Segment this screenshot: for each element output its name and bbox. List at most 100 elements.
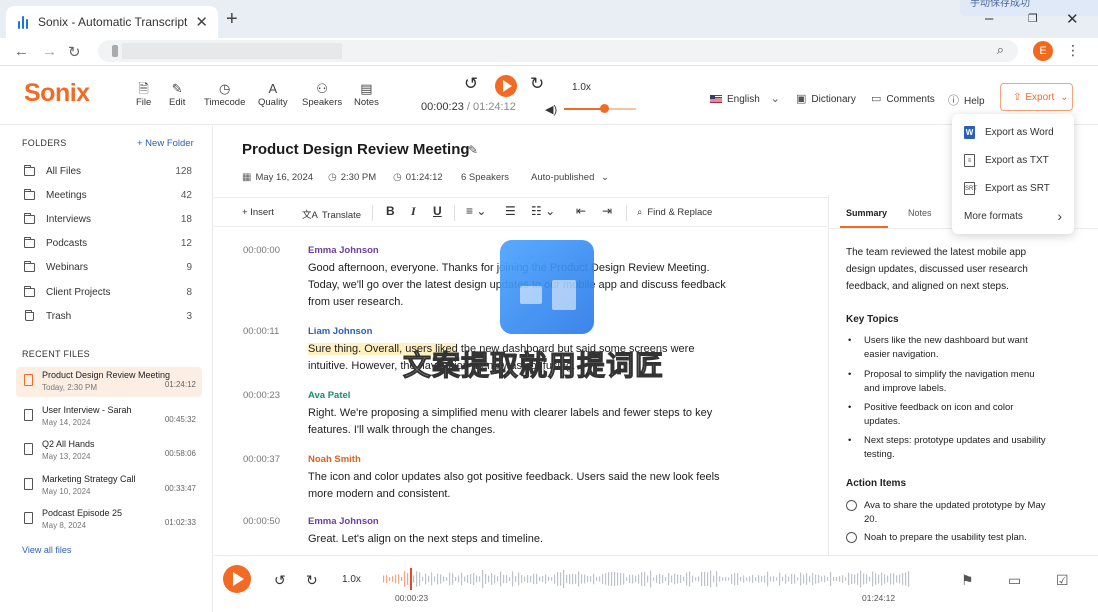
bottom-speed[interactable]: 1.0x	[342, 574, 361, 585]
new-tab-button[interactable]: +	[226, 8, 238, 31]
speaker-name[interactable]: Noah Smith	[308, 454, 361, 465]
waveform-bar	[758, 575, 760, 583]
folder-interviews[interactable]: Interviews 18	[24, 213, 192, 232]
indent-icon[interactable]: ⇥	[602, 204, 612, 218]
help-button[interactable]: ⓘ Help	[948, 92, 985, 108]
bold-button[interactable]: B	[386, 204, 395, 218]
status-select[interactable]: Auto-published ⌄	[531, 172, 609, 183]
volume-icon[interactable]: ◀)	[545, 103, 557, 116]
waveform-bar	[704, 571, 706, 587]
segment-timestamp[interactable]: 00:00:37	[243, 454, 280, 465]
back-arrow-icon[interactable]: ←	[14, 43, 29, 60]
recent-file-item[interactable]: Podcast Episode 25 May 8, 2024 01:02:33	[16, 505, 202, 535]
recent-file-item[interactable]: Product Design Review Meeting Today, 2:30…	[16, 367, 202, 397]
segment-timestamp[interactable]: 00:00:23	[243, 390, 280, 401]
zoom-icon[interactable]: ⌕	[997, 42, 1004, 58]
minimize-icon[interactable]: –	[985, 10, 993, 27]
align-icon[interactable]: ≡ ⌄	[466, 204, 486, 218]
insert-button[interactable]: + Insert	[242, 207, 274, 218]
export-button[interactable]: ⇪ Export ⌄	[1000, 83, 1073, 111]
more-formats-item[interactable]: More formats ›	[952, 203, 1074, 231]
folder-trash[interactable]: Trash 3	[24, 310, 192, 329]
bottom-play-button[interactable]	[223, 565, 251, 593]
bookmark-icon[interactable]: ⚑	[961, 572, 974, 589]
underline-button[interactable]: U	[433, 204, 442, 218]
dictionary-button[interactable]: ▣ Dictionary	[796, 92, 856, 105]
folder-client-projects[interactable]: Client Projects 8	[24, 286, 192, 305]
speakers-tool[interactable]: ⚇ Speakers	[302, 81, 342, 108]
profile-avatar[interactable]: E	[1033, 41, 1053, 61]
forward-5-icon[interactable]: ↻	[530, 74, 544, 94]
timecode-tool[interactable]: ◷ Timecode	[204, 81, 245, 108]
quality-tool[interactable]: A Quality	[258, 81, 288, 108]
rename-pencil-icon[interactable]: ✎	[468, 143, 478, 157]
browser-tab[interactable]: Sonix - Automatic Transcription ✕	[6, 6, 218, 38]
new-folder-button[interactable]: + New Folder	[137, 138, 194, 149]
translate-button[interactable]: 文A Translate	[302, 207, 361, 221]
rewind-5-icon[interactable]: ↺	[464, 74, 478, 94]
segment-timestamp[interactable]: 00:00:11	[243, 326, 279, 337]
chevron-down-icon: ⌄	[770, 93, 780, 105]
document-title[interactable]: Product Design Review Meeting	[242, 141, 470, 158]
export-word-item[interactable]: W Export as Word	[952, 119, 1074, 147]
volume-slider[interactable]	[564, 104, 636, 113]
forward-arrow-icon[interactable]: →	[42, 43, 57, 60]
notes-tool[interactable]: ▤ Notes	[354, 81, 379, 108]
checkbox-icon[interactable]	[846, 500, 857, 511]
play-button[interactable]	[495, 75, 517, 97]
segment-text[interactable]: Great. Let's align on the next steps and…	[308, 531, 728, 548]
tab-close-icon[interactable]: ✕	[195, 13, 208, 31]
segment-timestamp[interactable]: 00:00:50	[243, 516, 280, 527]
speaker-name[interactable]: Liam Johnson	[308, 326, 372, 337]
site-info-icon[interactable]	[112, 45, 118, 57]
rewind-5-icon[interactable]: ↺	[274, 572, 286, 589]
segment-text[interactable]: Right. We're proposing a simplified menu…	[308, 405, 728, 439]
playback-speed[interactable]: 1.0x	[572, 82, 591, 93]
url-field[interactable]: ⌕	[98, 40, 1018, 62]
reload-icon[interactable]: ↻	[68, 43, 81, 61]
action-item[interactable]: Ava to share the updated prototype by Ma…	[846, 499, 1046, 527]
edit-tool[interactable]: ✎ Edit	[169, 81, 185, 108]
maximize-icon[interactable]: ❐	[1028, 12, 1038, 25]
recent-file-item[interactable]: Marketing Strategy Call May 10, 2024 00:33…	[16, 471, 202, 501]
window-close-icon[interactable]: ✕	[1066, 10, 1079, 28]
language-select[interactable]: English ⌄	[710, 92, 785, 105]
action-item[interactable]: Noah to prepare the usability test plan.	[846, 531, 1046, 545]
comment-icon[interactable]: ▭	[1008, 572, 1021, 589]
italic-button[interactable]: I	[411, 204, 416, 219]
outdent-icon[interactable]: ⇤	[576, 204, 586, 218]
folder-all-files[interactable]: All Files 128	[24, 165, 192, 184]
folder-podcasts[interactable]: Podcasts 12	[24, 237, 192, 256]
export-srt-item[interactable]: SRT Export as SRT	[952, 175, 1074, 203]
export-txt-item[interactable]: ≡ Export as TXT	[952, 147, 1074, 175]
waveform-bar	[785, 574, 787, 584]
recent-file-item[interactable]: User Interview - Sarah May 14, 2024 00:45:…	[16, 402, 202, 432]
bullet-list-icon[interactable]: ☰	[505, 204, 516, 218]
folder-meetings[interactable]: Meetings 42	[24, 189, 192, 208]
forward-5-icon[interactable]: ↻	[306, 572, 318, 589]
checkbox-icon[interactable]	[846, 532, 857, 543]
waveform-bar	[797, 577, 799, 581]
segment-text[interactable]: The icon and color updates also got posi…	[308, 469, 728, 503]
volume-knob[interactable]	[599, 104, 609, 113]
checkbox-done-icon[interactable]: ☑	[1056, 572, 1069, 589]
speaker-name[interactable]: Emma Johnson	[308, 245, 379, 256]
browser-menu-icon[interactable]: ⋮	[1066, 42, 1080, 59]
segment-timestamp[interactable]: 00:00:00	[243, 245, 280, 256]
playhead[interactable]	[410, 568, 412, 590]
speaker-name[interactable]: Ava Patel	[308, 390, 350, 401]
file-tool[interactable]: 🗎 File	[136, 81, 151, 108]
tab-notes[interactable]: Notes	[908, 208, 932, 218]
sonix-logo[interactable]: Sonix	[24, 79, 90, 108]
speaker-name[interactable]: Emma Johnson	[308, 516, 379, 527]
audio-waveform[interactable]	[383, 566, 911, 592]
tab-summary[interactable]: Summary	[846, 208, 887, 218]
volume-fill	[564, 108, 604, 110]
view-all-files-link[interactable]: View all files	[22, 545, 71, 555]
folder-webinars[interactable]: Webinars 9	[24, 261, 192, 280]
find-replace-button[interactable]: ⌕ Find & Replace	[637, 207, 712, 218]
waveform-bar	[647, 575, 649, 583]
comments-button[interactable]: ▭ Comments	[871, 92, 935, 105]
numbered-list-icon[interactable]: ☷ ⌄	[531, 204, 555, 218]
recent-file-item[interactable]: Q2 All Hands May 13, 2024 00:58:06	[16, 436, 202, 466]
